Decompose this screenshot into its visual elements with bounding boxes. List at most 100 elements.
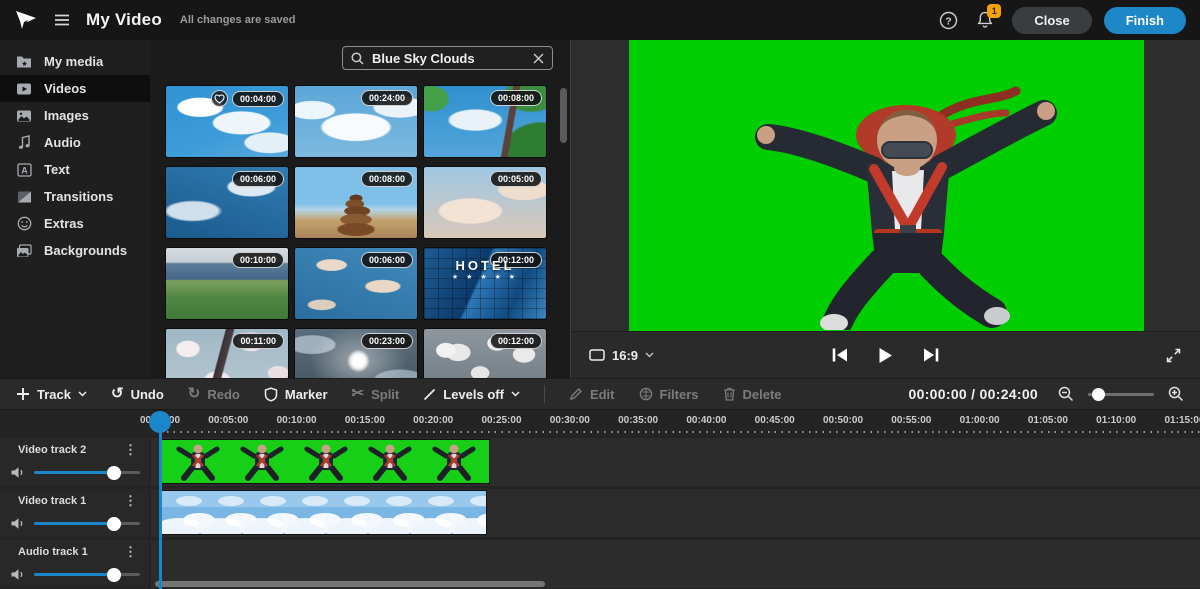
track-lane[interactable] xyxy=(150,489,1200,537)
track-name: Audio track 1 xyxy=(18,546,88,558)
ruler-timestamp: 00:30:00 xyxy=(550,415,590,426)
timeline-ruler[interactable]: 00:00:0000:05:0000:10:0000:15:0000:20:00… xyxy=(0,410,1200,438)
favorite-heart-icon[interactable] xyxy=(211,90,228,107)
track-options-button[interactable]: ⋮ xyxy=(124,493,137,509)
toolbar-button-label: Edit xyxy=(590,387,615,402)
preview-green-screen[interactable] xyxy=(629,40,1144,331)
images-icon xyxy=(16,109,32,123)
backgrounds-icon xyxy=(16,244,32,258)
chevron-down-icon xyxy=(511,391,520,397)
sidebar-item-images[interactable]: Images xyxy=(0,102,150,129)
svg-text:?: ? xyxy=(946,15,952,27)
finish-button[interactable]: Finish xyxy=(1104,7,1186,34)
toolbar-split-button[interactable]: ✂Split xyxy=(352,387,400,402)
close-button[interactable]: Close xyxy=(1012,7,1091,34)
volume-slider[interactable] xyxy=(34,471,140,474)
video-thumbnail[interactable]: 00:08:00 xyxy=(423,85,547,158)
volume-knob[interactable] xyxy=(107,517,121,531)
timeline-scrollbar[interactable] xyxy=(155,581,545,587)
blue-sky-clouds-clip[interactable] xyxy=(160,490,487,535)
skip-back-button[interactable] xyxy=(831,347,848,363)
sidebar-item-videos[interactable]: Videos xyxy=(0,75,150,102)
speaker-icon[interactable] xyxy=(10,466,26,479)
skydiver-figure xyxy=(754,85,1064,330)
media-scrollbar[interactable] xyxy=(560,88,567,143)
video-thumbnail[interactable]: 00:08:00 xyxy=(294,166,418,239)
video-thumbnail[interactable]: 00:23:00 xyxy=(294,328,418,378)
skip-forward-button[interactable] xyxy=(923,347,940,363)
preview-panel: 16:9 xyxy=(570,40,1200,378)
volume-slider[interactable] xyxy=(34,522,140,525)
timeline-zoom-slider[interactable] xyxy=(1088,393,1154,396)
video-thumbnail[interactable]: 00:04:00 xyxy=(165,85,289,158)
video-thumbnail[interactable]: 00:12:00 xyxy=(423,328,547,378)
app-logo-icon[interactable] xyxy=(14,8,38,32)
search-box[interactable] xyxy=(342,46,553,70)
fullscreen-button[interactable] xyxy=(1165,347,1182,364)
toolbar-levels-off-button[interactable]: Levels off xyxy=(423,387,520,402)
toolbar-undo-button[interactable]: ↺Undo xyxy=(111,387,164,402)
zoom-in-icon[interactable] xyxy=(1168,386,1184,402)
speaker-icon[interactable] xyxy=(10,568,26,581)
ruler-timestamp: 00:20:00 xyxy=(413,415,453,426)
track-options-button[interactable]: ⋮ xyxy=(124,544,137,560)
sidebar-item-extras[interactable]: Extras xyxy=(0,210,150,237)
track-options-button[interactable]: ⋮ xyxy=(124,442,137,458)
toolbar-marker-button[interactable]: Marker xyxy=(264,387,328,402)
duration-badge: 00:23:00 xyxy=(361,333,413,349)
zoom-slider-knob[interactable] xyxy=(1092,388,1105,401)
my-media-icon xyxy=(16,55,32,69)
play-button[interactable] xyxy=(878,347,893,364)
sidebar-item-label: Extras xyxy=(44,216,84,231)
app-window: My Video All changes are saved ? 1 Close… xyxy=(0,0,1200,589)
zoom-out-icon[interactable] xyxy=(1058,386,1074,402)
green-screen-skydiver-clip[interactable] xyxy=(160,439,490,484)
track-lane[interactable] xyxy=(150,438,1200,486)
sidebar-item-backgrounds[interactable]: Backgrounds xyxy=(0,237,150,264)
video-thumbnail[interactable]: 00:12:00HOTEL★ ★ ★ ★ ★ xyxy=(423,247,547,320)
ruler-timestamp: 01:00:00 xyxy=(960,415,1000,426)
duration-badge: 00:24:00 xyxy=(361,90,413,106)
sidebar-item-audio[interactable]: Audio xyxy=(0,129,150,156)
ruler-timestamp: 00:45:00 xyxy=(755,415,795,426)
undo-icon: ↺ xyxy=(111,387,124,401)
video-thumbnail[interactable]: 00:24:00 xyxy=(294,85,418,158)
notifications-button[interactable]: 1 xyxy=(976,10,994,30)
toolbar-delete-button[interactable]: Delete xyxy=(723,387,782,402)
toolbar-edit-button[interactable]: Edit xyxy=(569,387,615,402)
video-thumbnail[interactable]: 00:11:00 xyxy=(165,328,289,378)
menu-icon[interactable] xyxy=(54,13,70,27)
duration-badge: 00:10:00 xyxy=(232,252,284,268)
sidebar-item-text[interactable]: AText xyxy=(0,156,150,183)
video-thumbnail[interactable]: 00:10:00 xyxy=(165,247,289,320)
ruler-timestamp: 01:05:00 xyxy=(1028,415,1068,426)
ruler-timestamp: 01:10:00 xyxy=(1096,415,1136,426)
sidebar-item-my-media[interactable]: My media xyxy=(0,48,150,75)
duration-badge: 00:05:00 xyxy=(490,171,542,187)
volume-knob[interactable] xyxy=(107,466,121,480)
sidebar-item-transitions[interactable]: Transitions xyxy=(0,183,150,210)
toolbar-divider xyxy=(544,385,545,403)
toolbar-track-button[interactable]: Track xyxy=(16,387,87,402)
clear-search-icon[interactable] xyxy=(533,53,544,64)
volume-slider[interactable] xyxy=(34,573,140,576)
playhead-handle[interactable] xyxy=(149,411,171,433)
video-thumbnail[interactable]: 00:06:00 xyxy=(165,166,289,239)
speaker-icon[interactable] xyxy=(10,517,26,530)
toolbar-filters-button[interactable]: Filters xyxy=(639,387,699,402)
hotel-sign: HOTEL★ ★ ★ ★ ★ xyxy=(424,258,546,281)
toolbar: Track ↺Undo ↻Redo Marker ✂Split Levels off Edi… xyxy=(0,378,1200,410)
video-thumbnail[interactable]: 00:05:00 xyxy=(423,166,547,239)
marker-icon xyxy=(264,387,278,402)
volume-knob[interactable] xyxy=(107,568,121,582)
edit-icon xyxy=(569,387,583,401)
ruler-ticks xyxy=(160,431,1200,433)
ruler-timestamp: 00:35:00 xyxy=(618,415,658,426)
toolbar-redo-button[interactable]: ↻Redo xyxy=(188,387,240,402)
project-title[interactable]: My Video xyxy=(86,10,162,30)
video-thumbnail[interactable]: 00:06:00 xyxy=(294,247,418,320)
time-display: 00:00:00 / 00:24:00 xyxy=(909,386,1038,402)
chevron-down-icon xyxy=(78,391,87,397)
help-icon[interactable]: ? xyxy=(939,11,958,30)
search-input[interactable] xyxy=(370,50,527,67)
